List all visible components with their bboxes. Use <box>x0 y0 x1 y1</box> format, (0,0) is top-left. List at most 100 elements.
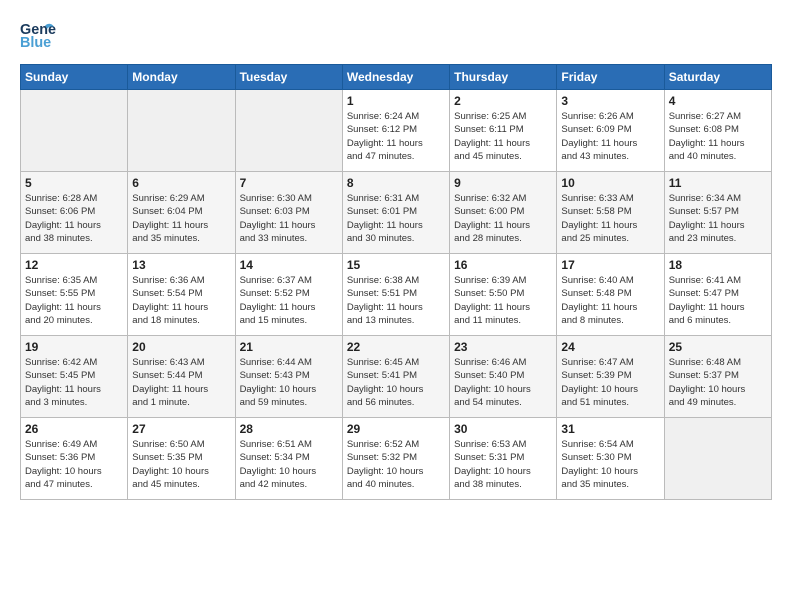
day-cell: 14 Sunrise: 6:37 AM Sunset: 5:52 PM Dayli… <box>235 254 342 336</box>
day-cell: 24 Sunrise: 6:47 AM Sunset: 5:39 PM Dayli… <box>557 336 664 418</box>
day-number: 3 <box>561 94 659 108</box>
day-info: Sunrise: 6:27 AM Sunset: 6:08 PM Dayligh… <box>669 110 767 163</box>
header: General Blue <box>20 18 772 54</box>
day-info: Sunrise: 6:39 AM Sunset: 5:50 PM Dayligh… <box>454 274 552 327</box>
weekday-header-friday: Friday <box>557 65 664 90</box>
day-number: 29 <box>347 422 445 436</box>
day-number: 11 <box>669 176 767 190</box>
day-cell <box>235 90 342 172</box>
weekday-header-tuesday: Tuesday <box>235 65 342 90</box>
week-row-4: 19 Sunrise: 6:42 AM Sunset: 5:45 PM Dayli… <box>21 336 772 418</box>
day-info: Sunrise: 6:24 AM Sunset: 6:12 PM Dayligh… <box>347 110 445 163</box>
weekday-header-monday: Monday <box>128 65 235 90</box>
day-info: Sunrise: 6:44 AM Sunset: 5:43 PM Dayligh… <box>240 356 338 409</box>
day-number: 2 <box>454 94 552 108</box>
day-cell: 5 Sunrise: 6:28 AM Sunset: 6:06 PM Daylig… <box>21 172 128 254</box>
logo-icon: General Blue <box>20 18 56 54</box>
day-cell: 20Sunrise: 6:43 AM Sunset: 5:44 PM Dayli… <box>128 336 235 418</box>
day-number: 14 <box>240 258 338 272</box>
day-cell: 7 Sunrise: 6:30 AM Sunset: 6:03 PM Daylig… <box>235 172 342 254</box>
day-cell: 27Sunrise: 6:50 AM Sunset: 5:35 PM Dayli… <box>128 418 235 500</box>
day-info: Sunrise: 6:42 AM Sunset: 5:45 PM Dayligh… <box>25 356 123 409</box>
day-cell <box>128 90 235 172</box>
day-cell: 8 Sunrise: 6:31 AM Sunset: 6:01 PM Daylig… <box>342 172 449 254</box>
day-info: Sunrise: 6:37 AM Sunset: 5:52 PM Dayligh… <box>240 274 338 327</box>
day-info: Sunrise: 6:30 AM Sunset: 6:03 PM Dayligh… <box>240 192 338 245</box>
day-info: Sunrise: 6:54 AM Sunset: 5:30 PM Dayligh… <box>561 438 659 491</box>
day-cell: 25 Sunrise: 6:48 AM Sunset: 5:37 PM Dayli… <box>664 336 771 418</box>
day-info: Sunrise: 6:34 AM Sunset: 5:57 PM Dayligh… <box>669 192 767 245</box>
day-number: 7 <box>240 176 338 190</box>
week-row-1: 1 Sunrise: 6:24 AM Sunset: 6:12 PM Daylig… <box>21 90 772 172</box>
day-info: Sunrise: 6:51 AM Sunset: 5:34 PM Dayligh… <box>240 438 338 491</box>
day-number: 16 <box>454 258 552 272</box>
day-cell: 19 Sunrise: 6:42 AM Sunset: 5:45 PM Dayli… <box>21 336 128 418</box>
day-number: 12 <box>25 258 123 272</box>
day-number: 6 <box>132 176 230 190</box>
day-number: 31 <box>561 422 659 436</box>
day-cell: 2Sunrise: 6:25 AM Sunset: 6:11 PM Daylig… <box>450 90 557 172</box>
day-cell: 1 Sunrise: 6:24 AM Sunset: 6:12 PM Daylig… <box>342 90 449 172</box>
day-info: Sunrise: 6:28 AM Sunset: 6:06 PM Dayligh… <box>25 192 123 245</box>
day-cell: 26Sunrise: 6:49 AM Sunset: 5:36 PM Dayli… <box>21 418 128 500</box>
day-info: Sunrise: 6:46 AM Sunset: 5:40 PM Dayligh… <box>454 356 552 409</box>
day-number: 17 <box>561 258 659 272</box>
day-cell: 12Sunrise: 6:35 AM Sunset: 5:55 PM Dayli… <box>21 254 128 336</box>
day-cell: 11 Sunrise: 6:34 AM Sunset: 5:57 PM Dayli… <box>664 172 771 254</box>
day-info: Sunrise: 6:29 AM Sunset: 6:04 PM Dayligh… <box>132 192 230 245</box>
weekday-header-saturday: Saturday <box>664 65 771 90</box>
day-cell: 31 Sunrise: 6:54 AM Sunset: 5:30 PM Dayli… <box>557 418 664 500</box>
day-cell: 6 Sunrise: 6:29 AM Sunset: 6:04 PM Daylig… <box>128 172 235 254</box>
day-cell: 18Sunrise: 6:41 AM Sunset: 5:47 PM Dayli… <box>664 254 771 336</box>
day-cell: 15Sunrise: 6:38 AM Sunset: 5:51 PM Dayli… <box>342 254 449 336</box>
day-number: 21 <box>240 340 338 354</box>
day-info: Sunrise: 6:52 AM Sunset: 5:32 PM Dayligh… <box>347 438 445 491</box>
day-number: 23 <box>454 340 552 354</box>
day-number: 4 <box>669 94 767 108</box>
weekday-header-sunday: Sunday <box>21 65 128 90</box>
day-number: 5 <box>25 176 123 190</box>
day-cell: 4 Sunrise: 6:27 AM Sunset: 6:08 PM Daylig… <box>664 90 771 172</box>
weekday-header-wednesday: Wednesday <box>342 65 449 90</box>
day-cell <box>664 418 771 500</box>
day-number: 20 <box>132 340 230 354</box>
calendar: SundayMondayTuesdayWednesdayThursdayFrid… <box>20 64 772 500</box>
day-info: Sunrise: 6:48 AM Sunset: 5:37 PM Dayligh… <box>669 356 767 409</box>
day-cell: 9Sunrise: 6:32 AM Sunset: 6:00 PM Daylig… <box>450 172 557 254</box>
week-row-2: 5 Sunrise: 6:28 AM Sunset: 6:06 PM Daylig… <box>21 172 772 254</box>
day-number: 22 <box>347 340 445 354</box>
day-number: 19 <box>25 340 123 354</box>
day-info: Sunrise: 6:31 AM Sunset: 6:01 PM Dayligh… <box>347 192 445 245</box>
day-number: 18 <box>669 258 767 272</box>
logo: General Blue <box>20 18 56 54</box>
week-row-3: 12Sunrise: 6:35 AM Sunset: 5:55 PM Dayli… <box>21 254 772 336</box>
day-info: Sunrise: 6:33 AM Sunset: 5:58 PM Dayligh… <box>561 192 659 245</box>
day-number: 1 <box>347 94 445 108</box>
day-number: 15 <box>347 258 445 272</box>
day-info: Sunrise: 6:49 AM Sunset: 5:36 PM Dayligh… <box>25 438 123 491</box>
day-info: Sunrise: 6:47 AM Sunset: 5:39 PM Dayligh… <box>561 356 659 409</box>
day-cell: 23 Sunrise: 6:46 AM Sunset: 5:40 PM Dayli… <box>450 336 557 418</box>
day-cell: 13 Sunrise: 6:36 AM Sunset: 5:54 PM Dayli… <box>128 254 235 336</box>
day-info: Sunrise: 6:40 AM Sunset: 5:48 PM Dayligh… <box>561 274 659 327</box>
day-number: 25 <box>669 340 767 354</box>
day-cell: 10 Sunrise: 6:33 AM Sunset: 5:58 PM Dayli… <box>557 172 664 254</box>
day-cell <box>21 90 128 172</box>
page: General Blue SundayMondayTuesdayWednesda… <box>0 0 792 612</box>
day-info: Sunrise: 6:26 AM Sunset: 6:09 PM Dayligh… <box>561 110 659 163</box>
day-cell: 21 Sunrise: 6:44 AM Sunset: 5:43 PM Dayli… <box>235 336 342 418</box>
day-cell: 16 Sunrise: 6:39 AM Sunset: 5:50 PM Dayli… <box>450 254 557 336</box>
day-cell: 22Sunrise: 6:45 AM Sunset: 5:41 PM Dayli… <box>342 336 449 418</box>
day-number: 24 <box>561 340 659 354</box>
svg-text:Blue: Blue <box>20 35 51 51</box>
day-number: 8 <box>347 176 445 190</box>
day-info: Sunrise: 6:32 AM Sunset: 6:00 PM Dayligh… <box>454 192 552 245</box>
day-cell: 30Sunrise: 6:53 AM Sunset: 5:31 PM Dayli… <box>450 418 557 500</box>
day-number: 28 <box>240 422 338 436</box>
day-info: Sunrise: 6:36 AM Sunset: 5:54 PM Dayligh… <box>132 274 230 327</box>
day-number: 10 <box>561 176 659 190</box>
day-cell: 17 Sunrise: 6:40 AM Sunset: 5:48 PM Dayli… <box>557 254 664 336</box>
day-number: 30 <box>454 422 552 436</box>
week-row-5: 26Sunrise: 6:49 AM Sunset: 5:36 PM Dayli… <box>21 418 772 500</box>
day-number: 13 <box>132 258 230 272</box>
